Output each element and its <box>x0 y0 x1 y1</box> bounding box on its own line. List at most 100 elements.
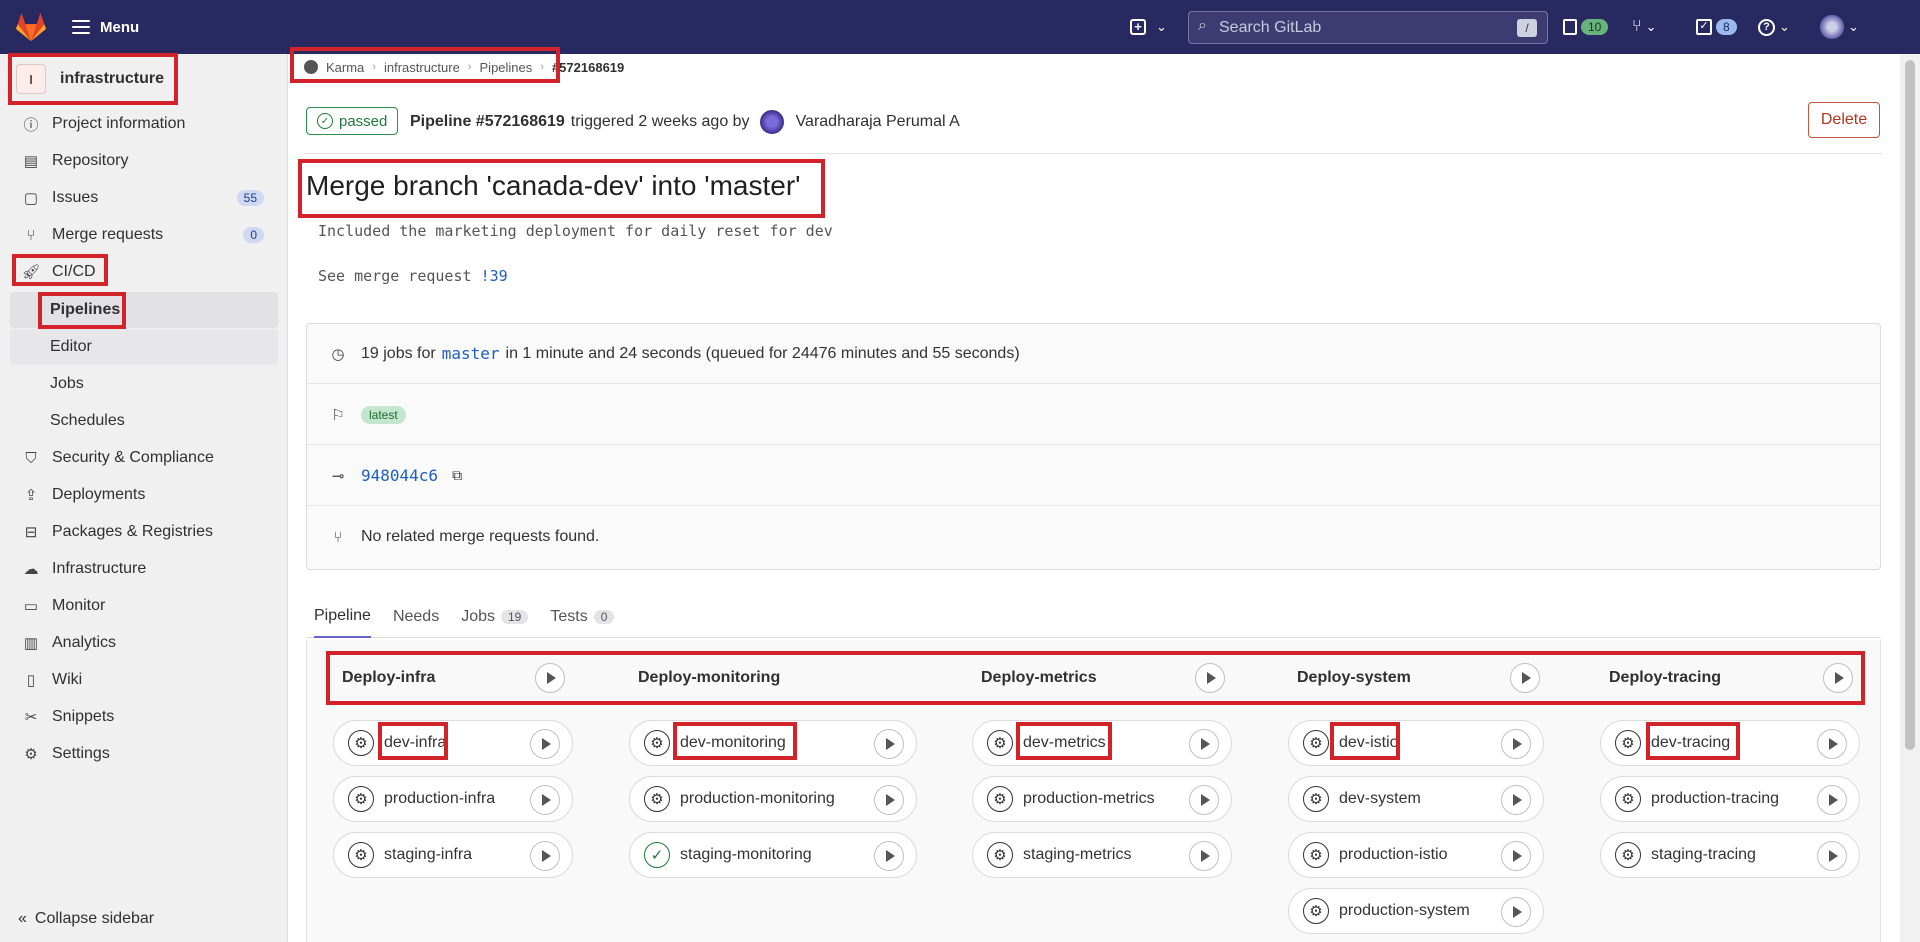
job-pill[interactable]: ⚙ dev-infra <box>333 720 573 766</box>
breadcrumb-current[interactable]: #572168619 <box>552 60 624 75</box>
sidebar-item-wiki[interactable]: ▯ Wiki <box>10 663 278 697</box>
gear-icon: ⚙ <box>348 730 374 756</box>
document-icon: ▤ <box>23 153 39 170</box>
tab-pipeline[interactable]: Pipeline <box>314 596 371 638</box>
merge-request-link[interactable]: !39 <box>481 267 508 285</box>
job-pill[interactable]: ⚙ staging-infra <box>333 832 573 878</box>
issues-icon: ▢ <box>23 190 39 207</box>
breadcrumb-item[interactable]: Karma <box>326 60 364 75</box>
sidebar-item-monitor[interactable]: ▭ Monitor <box>10 589 278 623</box>
job-play-button[interactable] <box>1817 729 1847 759</box>
job-name: dev-system <box>1339 790 1421 807</box>
job-pill[interactable]: ⚙ production-infra <box>333 776 573 822</box>
job-play-button[interactable] <box>1817 785 1847 815</box>
sidebar-item-infrastructure[interactable]: ☁ Infrastructure <box>10 552 278 586</box>
scrollbar[interactable] <box>1900 54 1920 942</box>
collapse-sidebar-button[interactable]: « Collapse sidebar <box>18 910 154 928</box>
job-pill[interactable]: ✓ staging-monitoring <box>629 832 917 878</box>
sidebar-item-project-information[interactable]: ⓘ Project information <box>10 107 278 141</box>
job-pill[interactable]: ⚙ dev-istio <box>1288 720 1544 766</box>
sidebar-subitem-pipelines[interactable]: Pipelines <box>10 292 278 328</box>
sidebar-item-settings[interactable]: ⚙ Settings <box>10 737 278 771</box>
job-play-button[interactable] <box>1189 841 1219 871</box>
gear-icon: ⚙ <box>987 842 1013 868</box>
job-pill[interactable]: ⚙ dev-metrics <box>972 720 1232 766</box>
job-name: dev-metrics <box>1023 734 1106 751</box>
breadcrumb-item[interactable]: Pipelines <box>480 60 533 75</box>
plus-square-icon: + <box>1130 19 1146 35</box>
job-pill[interactable]: ⚙ staging-metrics <box>972 832 1232 878</box>
job-play-button[interactable] <box>1189 785 1219 815</box>
job-pill[interactable]: ⚙ production-istio <box>1288 832 1544 878</box>
job-play-button[interactable] <box>530 729 560 759</box>
sidebar-subitem-schedules[interactable]: Schedules <box>10 403 278 439</box>
copy-icon[interactable]: ⧉ <box>452 467 462 484</box>
menu-button[interactable]: Menu <box>72 14 139 40</box>
breadcrumb-item[interactable]: infrastructure <box>384 60 460 75</box>
scrollbar-thumb[interactable] <box>1905 60 1915 750</box>
stage-play-button[interactable] <box>1823 663 1853 693</box>
job-pill[interactable]: ⚙ production-metrics <box>972 776 1232 822</box>
sidebar-item-snippets[interactable]: ✂ Snippets <box>10 700 278 734</box>
gear-icon: ⚙ <box>348 786 374 812</box>
user-name[interactable]: Varadharaja Perumal A <box>796 113 960 131</box>
gitlab-logo-icon[interactable] <box>14 10 48 44</box>
sidebar-item-merge-requests[interactable]: ⑂ Merge requests 0 <box>10 218 278 252</box>
job-pill[interactable]: ⚙ production-tracing <box>1600 776 1860 822</box>
commit-sha-link[interactable]: 948044c6 <box>361 466 438 485</box>
tags-row: ⚐ latest <box>307 385 1880 445</box>
tab-needs[interactable]: Needs <box>393 596 439 638</box>
job-name: production-infra <box>384 790 496 807</box>
help-button[interactable]: ? ⌄ <box>1758 14 1790 40</box>
job-play-button[interactable] <box>874 729 904 759</box>
job-play-button[interactable] <box>1817 841 1847 871</box>
avatar[interactable] <box>759 110 784 134</box>
job-pill[interactable]: ⚙ staging-tracing <box>1600 832 1860 878</box>
sidebar-item-analytics[interactable]: ▥ Analytics <box>10 626 278 660</box>
commit-description: Included the marketing deployment for da… <box>318 222 833 240</box>
search-input[interactable]: ⌕ Search GitLab / <box>1188 11 1548 44</box>
stage-play-button[interactable] <box>1195 663 1225 693</box>
tab-tests[interactable]: Tests 0 <box>550 596 615 638</box>
user-menu-button[interactable]: ⌄ <box>1820 14 1859 40</box>
sidebar-item-security[interactable]: ⛉ Security & Compliance <box>10 441 278 475</box>
stage-play-button[interactable] <box>1510 663 1540 693</box>
sidebar-item-packages[interactable]: ⊟ Packages & Registries <box>10 515 278 549</box>
branch-link[interactable]: master <box>442 344 500 363</box>
stage-play-button[interactable] <box>535 663 565 693</box>
job-play-button[interactable] <box>1189 729 1219 759</box>
job-pill[interactable]: ⚙ production-system <box>1288 888 1544 934</box>
new-dropdown-button[interactable]: + ⌄ <box>1130 14 1167 40</box>
job-play-button[interactable] <box>874 785 904 815</box>
status-badge[interactable]: ✓ passed <box>306 107 399 135</box>
issues-count: 55 <box>236 190 264 206</box>
delete-button[interactable]: Delete <box>1808 102 1880 138</box>
job-pill[interactable]: ⚙ production-monitoring <box>629 776 917 822</box>
sidebar-item-issues[interactable]: ▢ Issues 55 <box>10 181 278 215</box>
status-label: passed <box>339 112 388 130</box>
sidebar-item-cicd[interactable]: 🚀︎ CI/CD <box>10 255 278 289</box>
job-pill[interactable]: ⚙ dev-tracing <box>1600 720 1860 766</box>
job-play-button[interactable] <box>530 785 560 815</box>
job-play-button[interactable] <box>1501 841 1531 871</box>
job-pill[interactable]: ⚙ dev-system <box>1288 776 1544 822</box>
job-play-button[interactable] <box>874 841 904 871</box>
sidebar-item-repository[interactable]: ▤ Repository <box>10 144 278 178</box>
job-pill[interactable]: ⚙ dev-monitoring <box>629 720 917 766</box>
issues-button[interactable]: 10 <box>1563 14 1609 40</box>
project-header[interactable]: I infrastructure <box>10 54 176 104</box>
merge-requests-button[interactable]: ⑂ ⌄ <box>1632 14 1657 40</box>
tab-jobs[interactable]: Jobs 19 <box>461 596 529 638</box>
job-play-button[interactable] <box>1501 897 1531 927</box>
sidebar-subitem-jobs[interactable]: Jobs <box>10 366 278 402</box>
job-play-button[interactable] <box>1501 785 1531 815</box>
job-play-button[interactable] <box>1501 729 1531 759</box>
sidebar-subitem-editor[interactable]: Editor <box>10 329 278 365</box>
chevron-right-icon: › <box>372 61 376 73</box>
stage-header: Deploy-system <box>1297 669 1411 686</box>
sidebar-item-deployments[interactable]: ⇪ Deployments <box>10 478 278 512</box>
commit-row: ⊸ 948044c6 ⧉ <box>307 446 1880 506</box>
top-bar: Menu + ⌄ ⌕ Search GitLab / 10 ⑂ ⌄ ✓ 8 ? … <box>0 0 1920 54</box>
job-play-button[interactable] <box>530 841 560 871</box>
todos-button[interactable]: ✓ 8 <box>1696 14 1737 40</box>
